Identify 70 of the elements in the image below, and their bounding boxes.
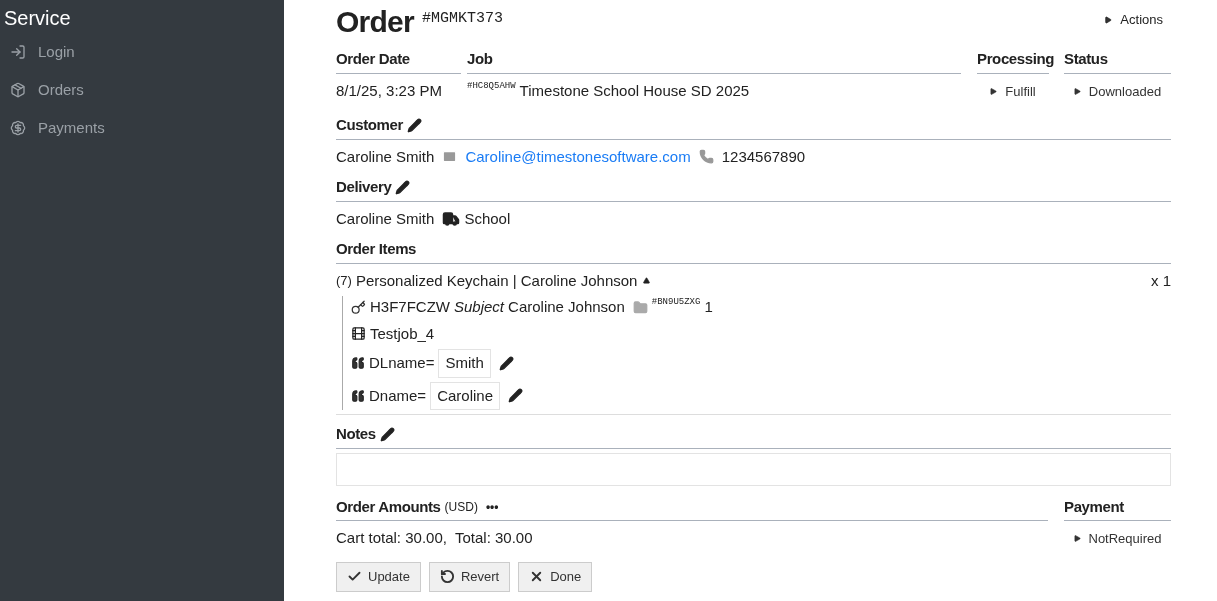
quote-icon: [351, 356, 365, 371]
check-icon: [347, 569, 362, 584]
currency-label: (USD): [444, 498, 478, 516]
order-number: #MGMKT373: [421, 9, 503, 29]
item-quantity: x 1: [1151, 270, 1171, 291]
actions-menu[interactable]: Actions: [1104, 10, 1163, 30]
section-heading: Order Amounts: [336, 496, 441, 517]
quote-icon: [351, 388, 365, 403]
job-name: Timestone School House SD 2025: [519, 80, 750, 101]
box-icon: [10, 82, 26, 98]
pencil-icon[interactable]: [395, 179, 411, 195]
phone-icon: [698, 149, 714, 165]
pencil-icon[interactable]: [498, 355, 514, 371]
field-value[interactable]: Smith: [438, 349, 491, 378]
field-label: Dname=: [369, 385, 427, 406]
section-heading: Customer: [336, 115, 403, 135]
order-totals: Cart total: 30.00, Total: 30.00: [336, 528, 534, 548]
section-heading: Order Date: [336, 49, 410, 69]
action-button[interactable]: Done: [518, 561, 593, 592]
section-heading: Status: [1064, 49, 1108, 69]
sidebar-item[interactable]: Payments: [0, 118, 284, 138]
field-label: DLname=: [369, 353, 435, 373]
collapse-toggle[interactable]: [641, 277, 653, 285]
pencil-icon[interactable]: [508, 388, 523, 404]
item-title: Personalized Keychain | Caroline Johnson: [355, 270, 638, 291]
dropdown-value[interactable]: Fulfill: [1005, 81, 1036, 101]
job-name: Testjob_4: [370, 323, 435, 344]
triangle-icon: [1073, 87, 1081, 95]
section-heading: Notes: [336, 424, 376, 444]
undo-icon: [439, 569, 455, 584]
email-link[interactable]: Caroline@timestonesoftware.com: [465, 145, 691, 168]
dropdown-value[interactable]: Downloaded: [1088, 81, 1162, 101]
dollar-icon: [10, 120, 26, 136]
action-button[interactable]: Revert: [428, 561, 511, 592]
dropdown-value[interactable]: NotRequired: [1088, 529, 1162, 549]
job-code: #HC8Q5AHW: [467, 79, 516, 93]
subject-label: Subject: [454, 297, 505, 317]
section-heading: Job: [467, 49, 493, 69]
item-code: H3F7FCZW: [370, 297, 450, 317]
section-heading: Order Items: [336, 239, 417, 259]
sidebar-item[interactable]: Login: [0, 42, 284, 62]
film-icon: [351, 326, 366, 342]
delivery-name: Caroline Smith: [336, 208, 435, 229]
triangle-icon: [1073, 535, 1081, 543]
play-icon: [1104, 15, 1113, 24]
sidebar-item[interactable]: Orders: [0, 80, 284, 100]
section-heading: Delivery: [336, 177, 392, 197]
notes-field[interactable]: [336, 452, 1171, 486]
folder-code: #BN9U5ZXG: [651, 296, 701, 309]
section-heading: Payment: [1064, 496, 1124, 517]
item-count: (7): [336, 272, 352, 290]
delivery-method: School: [464, 208, 511, 229]
field-value[interactable]: Caroline: [430, 381, 500, 410]
page-title: Order: [336, 4, 414, 40]
key-icon: [351, 299, 366, 315]
pencil-icon[interactable]: [407, 117, 422, 133]
action-button[interactable]: Update: [336, 561, 421, 592]
folder-count: 1: [704, 297, 713, 317]
phone-number: 1234567890: [721, 146, 806, 167]
section-heading: Processing: [977, 49, 1055, 69]
subject-name: Caroline Johnson: [508, 297, 625, 317]
customer-name: Caroline Smith: [336, 146, 435, 167]
order-date: 8/1/25, 3:23 PM: [336, 80, 443, 101]
more-menu[interactable]: •••: [485, 497, 499, 516]
truck-icon: [442, 209, 461, 228]
folder-icon: [632, 299, 648, 315]
sidebar-title: Service: [3, 6, 72, 30]
triangle-icon: [990, 87, 998, 95]
pencil-icon[interactable]: [379, 426, 395, 442]
login-icon: [10, 44, 26, 60]
